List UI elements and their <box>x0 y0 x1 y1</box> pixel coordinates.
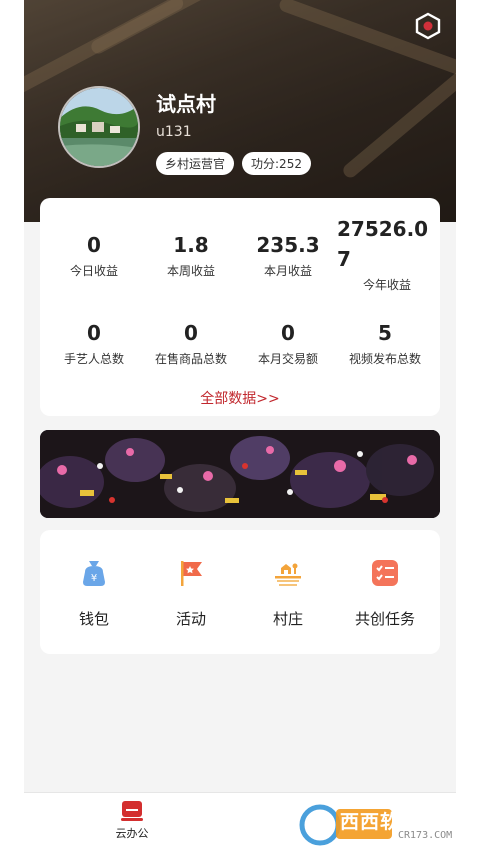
stat-label: 今日收益 <box>69 264 118 278</box>
stat-value: 5 <box>378 321 392 345</box>
stat-label: 本月交易额 <box>257 352 318 366</box>
menu-label: 活动 <box>175 610 206 628</box>
activity-flag-icon <box>176 558 206 588</box>
stat-value: 27526.0 <box>337 217 429 241</box>
village-icon <box>273 558 303 588</box>
menu-item-wallet[interactable]: ¥ 钱包 <box>44 530 144 654</box>
stat-label: 视频发布总数 <box>348 352 421 366</box>
user-id: u131 <box>156 124 192 140</box>
menu-label: 共创任务 <box>354 610 415 628</box>
stat-month-transactions: 0 本月交易额 <box>240 318 336 367</box>
all-data-link[interactable]: 全部数据>> <box>40 388 440 408</box>
avatar[interactable] <box>58 86 140 168</box>
stat-label: 本月收益 <box>263 264 312 278</box>
stats-card: 0 今日收益 1.8 本周收益 235.3 本月收益 27526.0 7 今年收… <box>40 198 440 416</box>
stat-year-income: 27526.0 7 今年收益 <box>335 214 439 293</box>
profile-tags: 乡村运营官 功分:252 <box>156 152 311 175</box>
svg-text:¥: ¥ <box>91 573 97 584</box>
stat-value: 0 <box>87 321 101 345</box>
wallet-bag-icon: ¥ <box>79 558 109 588</box>
stat-value-wrap: 7 <box>337 247 351 271</box>
stat-products-on-sale: 0 在售商品总数 <box>143 318 239 367</box>
stat-label: 在售商品总数 <box>154 352 227 366</box>
stat-videos-published: 5 视频发布总数 <box>337 318 433 367</box>
promo-banner[interactable] <box>40 430 440 518</box>
stat-today-income: 0 今日收益 <box>46 230 142 279</box>
stat-label: 本周收益 <box>166 264 215 278</box>
stat-value: 0 <box>184 321 198 345</box>
role-badge: 乡村运营官 <box>156 152 235 175</box>
task-list-icon <box>370 558 400 588</box>
stat-artisans-total: 0 手艺人总数 <box>46 318 142 367</box>
feature-menu: ¥ 钱包 活动 村庄 共创任务 <box>40 530 440 654</box>
menu-item-activity[interactable]: 活动 <box>141 530 241 654</box>
stat-value: 0 <box>281 321 295 345</box>
stat-label: 手艺人总数 <box>63 352 124 366</box>
stat-month-income: 235.3 本月收益 <box>240 230 336 279</box>
tab-label: 云办公 <box>115 827 149 840</box>
stat-week-income: 1.8 本周收益 <box>143 230 239 279</box>
settings-hexagon-icon[interactable] <box>414 12 442 40</box>
app-screen: 试点村 u131 乡村运营官 功分:252 0 今日收益 1.8 本周收益 23… <box>24 0 456 853</box>
site-watermark: 西西软件园 CR173.COM <box>298 801 474 847</box>
profile-header: 试点村 u131 乡村运营官 功分:252 <box>24 0 456 222</box>
menu-item-cocreate-tasks[interactable]: 共创任务 <box>335 530 435 654</box>
stat-value: 1.8 <box>173 233 209 257</box>
village-name: 试点村 <box>156 92 216 116</box>
menu-label: 村庄 <box>272 610 303 628</box>
merit-points-badge: 功分:252 <box>242 152 311 175</box>
stat-value: 235.3 <box>256 233 320 257</box>
tab-cloud-office[interactable]: 云办公 <box>92 801 172 841</box>
stat-value: 0 <box>87 233 101 257</box>
stat-label: 今年收益 <box>362 278 411 292</box>
menu-item-village[interactable]: 村庄 <box>238 530 338 654</box>
cloud-office-icon <box>121 801 143 821</box>
watermark-domain: CR173.COM <box>398 830 453 841</box>
menu-label: 钱包 <box>78 610 109 628</box>
